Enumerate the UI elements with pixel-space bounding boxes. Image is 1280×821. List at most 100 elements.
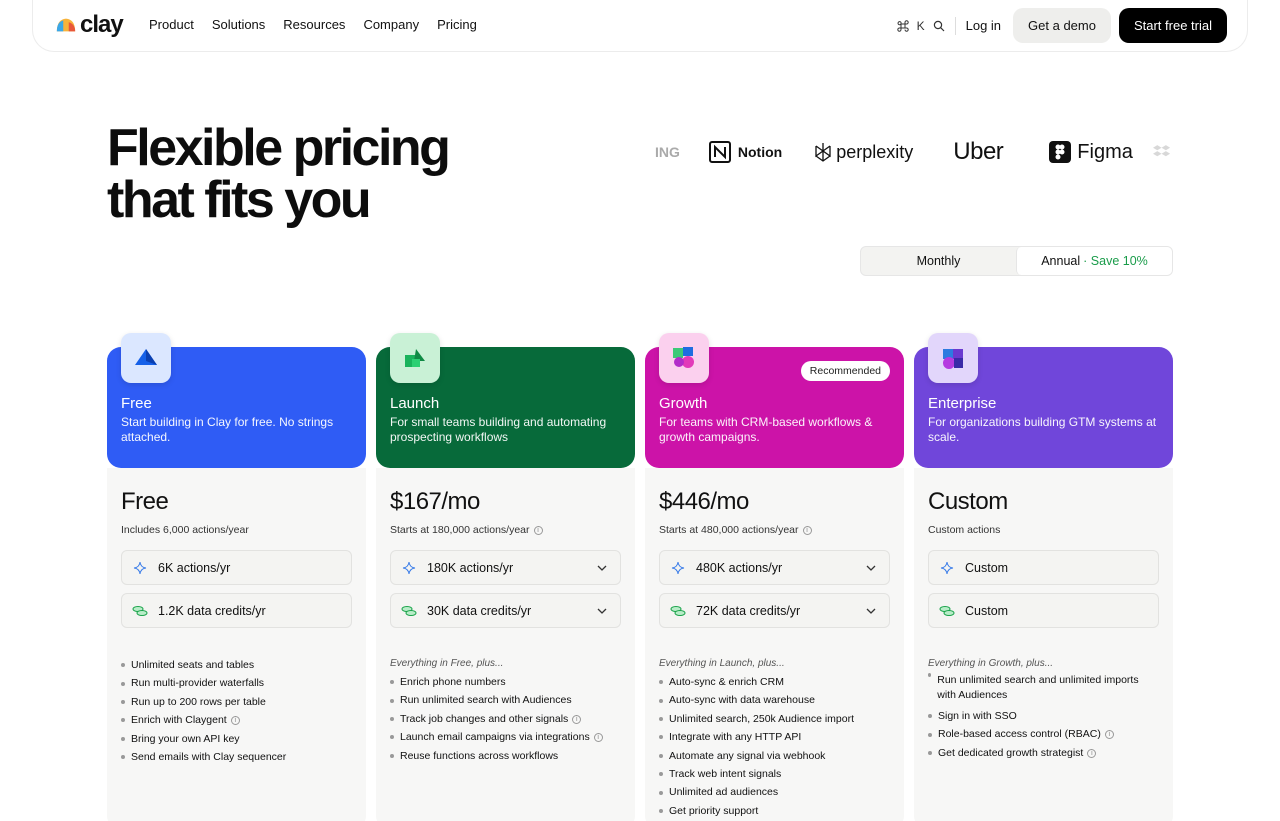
logo-ing: ING: [655, 144, 680, 160]
feature-item: Run unlimited search with Audiences: [390, 691, 621, 709]
credits-value: Custom: [965, 603, 1009, 618]
feature-item-text[interactable]: Unlimited ad audiences: [669, 783, 778, 801]
figma-icon: [1049, 141, 1072, 163]
feature-item-text: Get dedicated growth strategist: [938, 746, 1084, 759]
plan-enterprise-icon: [928, 333, 978, 383]
feature-item: Unlimited ad audiences: [659, 783, 890, 801]
plan-launch-icon: [390, 333, 440, 383]
credits-select[interactable]: 72K data credits/yr: [659, 593, 890, 628]
logo-uber: Uber: [953, 138, 1004, 166]
billing-annual-label: Annual: [1041, 254, 1081, 268]
feature-item-text: Auto-sync & enrich CRM: [669, 676, 784, 688]
actions-field: Custom: [928, 550, 1159, 585]
feature-item-text[interactable]: Unlimited search, 250k Audience import: [669, 710, 854, 728]
plan-header-growth: Recommended Growth For teams with CRM-ba…: [645, 333, 904, 468]
nav-company[interactable]: Company: [363, 17, 419, 32]
page-title-line-1: Flexible pricing: [107, 119, 451, 177]
feature-item: Auto-sync with data warehouse: [659, 691, 890, 709]
feature-item-text[interactable]: Run unlimited search with Audiences: [400, 691, 572, 709]
feature-item-text[interactable]: Track web intent signals: [669, 765, 781, 783]
start-trial-button[interactable]: Start free trial: [1118, 8, 1227, 43]
plan-description: Start building in Clay for free. No stri…: [121, 415, 334, 444]
get-demo-button[interactable]: Get a demo: [1013, 8, 1111, 43]
feature-item: Automate any signal via webhook: [659, 747, 890, 765]
nav-divider: [954, 16, 956, 35]
logo-ing-text: ING: [655, 144, 680, 160]
feature-item: Unlimited search, 250k Audience import: [659, 710, 890, 728]
feature-item-text[interactable]: Enrich with Claygent: [131, 711, 227, 729]
plan-body-free: Free Includes 6,000 actions/year 6K acti…: [107, 468, 366, 821]
plan-header-enterprise: Enterprise For organizations building GT…: [914, 333, 1173, 468]
plan-body-growth: $446/mo Starts at 480,000 actions/year i …: [645, 468, 904, 821]
credits-select[interactable]: 30K data credits/yr: [390, 593, 621, 628]
sparkle-icon: [939, 561, 955, 575]
plan-description: For small teams building and automating …: [390, 415, 607, 444]
credits-field: Custom: [928, 593, 1159, 628]
info-icon[interactable]: i: [593, 732, 603, 742]
plan-subtext-label: Includes 6,000 actions/year: [121, 524, 249, 536]
info-icon[interactable]: i: [533, 525, 543, 535]
logo-perplexity-text: perplexity: [836, 141, 914, 162]
info-icon[interactable]: i: [230, 715, 240, 725]
plan-intro: Everything in Growth, plus...: [928, 658, 1054, 669]
clay-logo-icon: [56, 18, 76, 32]
plan-name: Growth: [659, 395, 708, 412]
nav-product[interactable]: Product: [149, 17, 194, 32]
feature-item-text[interactable]: Reuse functions across workflows: [400, 747, 558, 765]
actions-select[interactable]: 180K actions/yr: [390, 550, 621, 585]
info-icon[interactable]: i: [1104, 730, 1114, 740]
plan-growth-icon: [659, 333, 709, 383]
plan-price: Custom: [928, 488, 1008, 515]
feature-item-text: Send emails with Clay sequencer: [131, 751, 287, 764]
search-icon[interactable]: [933, 20, 945, 32]
plan-subtext: Custom actions: [928, 524, 1159, 536]
feature-item: Enrich with Claygent i: [121, 711, 352, 729]
feature-list: Run unlimited search and unlimited impor…: [928, 673, 1159, 762]
feature-item-text[interactable]: Run unlimited search and unlimited impor…: [937, 673, 1159, 703]
command-icon: [896, 19, 909, 32]
sparkle-icon: [670, 561, 686, 575]
command-k-shortcut[interactable]: K: [896, 18, 925, 33]
nav-pricing[interactable]: Pricing: [437, 17, 477, 32]
plan-price: $446/mo: [659, 488, 749, 515]
plan-subtext: Starts at 480,000 actions/year i: [659, 524, 890, 536]
shortcut-key: K: [916, 18, 925, 33]
sparkle-icon: [132, 561, 148, 575]
info-icon[interactable]: i: [1087, 748, 1097, 758]
logo-uber-text: Uber: [953, 138, 1004, 165]
feature-item-text[interactable]: Launch email campaigns via integrations: [400, 728, 590, 746]
feature-item-text: Enrich phone numbers: [400, 676, 506, 688]
login-link[interactable]: Log in: [966, 18, 1001, 33]
clay-logo[interactable]: clay: [55, 13, 124, 37]
billing-monthly[interactable]: Monthly: [861, 247, 1016, 275]
feature-item-text: Auto-sync with data warehouse: [669, 694, 815, 707]
plan-subtext-label: Starts at 480,000 actions/year: [659, 524, 799, 536]
plan-name: Enterprise: [928, 395, 997, 412]
feature-item-text[interactable]: Track job changes and other signals: [400, 710, 568, 728]
nav-resources[interactable]: Resources: [283, 17, 345, 32]
feature-item-text: Sign in with SSO: [938, 710, 1017, 722]
actions-select[interactable]: 480K actions/yr: [659, 550, 890, 585]
nav-solutions[interactable]: Solutions: [212, 17, 265, 32]
plan-header-launch: Launch For small teams building and auto…: [376, 333, 635, 468]
feature-item: Get dedicated growth strategist i: [928, 744, 1159, 762]
plan-name: Free: [121, 395, 152, 412]
perplexity-icon: [815, 143, 831, 162]
info-icon[interactable]: i: [802, 525, 812, 535]
billing-annual[interactable]: Annual · Save 10%: [1016, 247, 1172, 275]
billing-monthly-label: Monthly: [916, 254, 961, 268]
info-icon[interactable]: i: [572, 714, 582, 724]
feature-item-text: Integrate with any HTTP API: [669, 731, 802, 744]
chevron-down-icon: [597, 565, 607, 571]
coins-icon: [401, 605, 417, 617]
nav-links: Product Solutions Resources Company Pric…: [149, 17, 477, 32]
feature-item: Track job changes and other signals i: [390, 710, 621, 728]
plan-description: For organizations building GTM systems a…: [928, 415, 1157, 444]
plan-subtext: Includes 6,000 actions/year: [121, 524, 352, 536]
plan-card-growth: Recommended Growth For teams with CRM-ba…: [645, 333, 904, 821]
actions-value: 480K actions/yr: [696, 560, 783, 575]
feature-item: Integrate with any HTTP API: [659, 728, 890, 746]
plan-free-icon: [121, 333, 171, 383]
plan-price: Free: [121, 488, 169, 515]
credits-field: 1.2K data credits/yr: [121, 593, 352, 628]
